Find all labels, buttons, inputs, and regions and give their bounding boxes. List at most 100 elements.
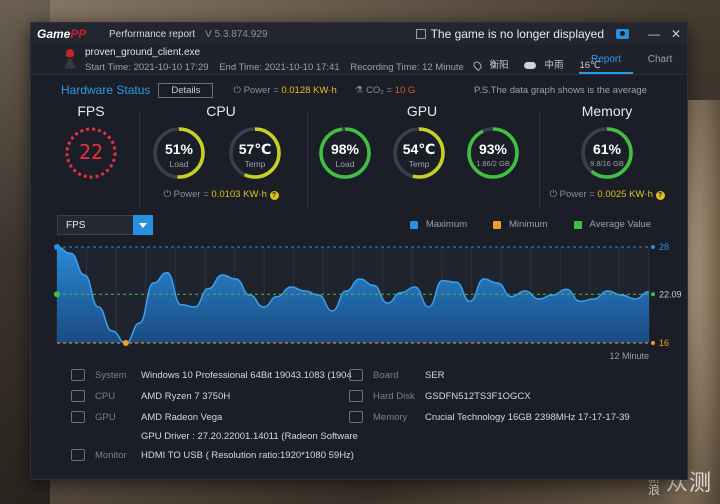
cpu-panel: CPU 51% Load 57℃ Temp ⏻ Power = 0.0103 K…	[141, 101, 301, 207]
chart-legend: Maximum Minimum Average Value	[384, 219, 651, 230]
window-title: Performance report	[109, 28, 196, 40]
location-icon	[472, 59, 484, 71]
gpu-driver-row: GPU Driver : 27.20.22001.14011 (Radeon S…	[141, 431, 358, 442]
close-button[interactable]: ✕	[665, 27, 687, 41]
end-time: End Time: 2021-10-10 17:41	[219, 61, 340, 73]
board-icon	[349, 369, 363, 381]
tab-report[interactable]: Report	[579, 54, 633, 74]
avg-point	[54, 291, 60, 298]
disk-row: Hard Disk GSDFN512TS3F1OGCX	[349, 390, 531, 402]
legend-swatch-average	[573, 220, 582, 229]
memory-power: ⏻ Power = 0.0025 KW·h ?	[541, 189, 673, 200]
gpu-load-label: Load	[335, 159, 355, 169]
monitor-row: Monitor HDMI TO USB ( Resolution ratio:19…	[71, 449, 354, 461]
cpu-row: CPU AMD Ryzen 7 3750H	[71, 390, 230, 402]
chevron-down-icon[interactable]	[133, 215, 153, 235]
ref-marker-min	[651, 341, 655, 345]
min-point	[122, 340, 129, 346]
co2-emission: ⚗ CO₂ = 10 G	[354, 84, 416, 96]
legend-minimum: Minimum	[493, 219, 548, 230]
hardware-status-title: Hardware Status	[61, 83, 151, 97]
metric-select-value: FPS	[66, 220, 86, 231]
stats-panels: FPS 22 CPU 51% Load 57℃ Temp ⏻ Power = 0…	[31, 101, 687, 211]
memory-title: Memory	[581, 103, 633, 119]
board-row: Board SER	[349, 369, 445, 381]
cpu-icon	[71, 390, 85, 402]
cpu-power: ⏻ Power = 0.0103 KW·h ?	[141, 189, 301, 200]
legend-swatch-maximum	[409, 220, 418, 229]
fps-panel: FPS 22	[45, 101, 137, 207]
fps-value: 22	[78, 140, 104, 164]
memory-row: Memory Crucial Technology 16GB 2398MHz 17…	[349, 411, 630, 423]
gpu-panel: GPU 98% Load 54℃ Temp 93% 1.86/2 GB	[309, 101, 535, 207]
cpu-load-label: Load	[169, 159, 189, 169]
camera-icon[interactable]	[616, 29, 629, 39]
gpu-memory-label: 1.86/2 GB	[476, 159, 510, 168]
hard-disk-icon	[349, 390, 363, 402]
gamepp-report-window: GamePP Performance report V 5.3.874.929 …	[30, 22, 688, 480]
total-power: ⏻ Power = 0.0128 KW·h	[233, 84, 337, 96]
fps-title: FPS	[77, 103, 105, 119]
gpu-icon	[71, 411, 85, 423]
monitor-icon	[71, 449, 85, 461]
display-toggle-checkbox[interactable]	[415, 29, 426, 39]
max-point	[54, 244, 60, 250]
system-row: System Windows 10 Professional 64Bit 1904…	[71, 369, 352, 381]
gpu-load-value: 98%	[330, 141, 360, 157]
display-toggle-label[interactable]: The game is no longer displayed	[431, 27, 604, 41]
cpu-load-gauge: 51% Load	[151, 125, 207, 181]
chart-header: FPS Maximum Minimum Average Value	[31, 213, 687, 237]
game-exe-name: proven_ground_client.exe	[85, 46, 201, 58]
gpu-title: GPU	[406, 103, 438, 119]
memory-label: 9.8/16 GB	[590, 159, 624, 168]
ref-label-max: 28	[659, 242, 669, 252]
app-version: V 5.3.874.929	[205, 28, 268, 40]
app-logo: GamePP	[37, 27, 87, 41]
ps-note: P.S.The data graph shows is the average	[473, 84, 647, 96]
ref-label-min: 16	[659, 338, 669, 348]
cpu-temp-value: 57℃	[238, 141, 272, 157]
session-info-bar: proven_ground_client.exe Start Time: 202…	[31, 45, 687, 75]
gpu-memory-value: 93%	[478, 141, 508, 157]
details-button[interactable]: Details	[158, 82, 214, 98]
weather-text: 中雨	[544, 59, 564, 71]
power-icon: ⏻	[549, 189, 560, 200]
location-name: 衡阳	[489, 59, 509, 71]
cpu-temp-label: Temp	[244, 159, 266, 169]
tab-chart[interactable]: Chart	[633, 54, 687, 74]
power-icon: ⏻	[233, 84, 244, 96]
chart-x-end-label: 12 Minute	[609, 351, 649, 361]
fps-gauge: 22	[63, 125, 119, 181]
memory-panel: Memory 61% 9.8/16 GB ⏻ Power = 0.0025 KW…	[541, 101, 673, 207]
legend-maximum: Maximum	[409, 219, 467, 230]
ref-marker-average	[651, 292, 655, 297]
ref-marker-max	[651, 245, 655, 249]
power-icon: ⏻	[163, 189, 174, 200]
minimize-button[interactable]: —	[643, 27, 665, 41]
help-icon[interactable]: ?	[655, 191, 665, 200]
fps-chart-svg: 28 22.09 16	[54, 242, 682, 348]
legend-average: Average Value	[573, 219, 651, 230]
cpu-load-value: 51%	[164, 141, 194, 157]
ref-label-average: 22.09	[659, 289, 682, 299]
co2-icon: ⚗	[354, 84, 366, 96]
memory-gauge: 61% 9.8/16 GB	[579, 125, 635, 181]
gpu-row: GPU AMD Radeon Vega	[71, 411, 222, 423]
start-time: Start Time: 2021-10-10 17:29	[85, 61, 209, 73]
gpu-temp-gauge: 54℃ Temp	[391, 125, 447, 181]
fps-chart: 28 22.09 16 12 Minute	[31, 239, 687, 361]
memory-value: 61%	[592, 141, 622, 157]
system-info: System Windows 10 Professional 64Bit 1904…	[71, 363, 671, 473]
windows-icon	[71, 369, 85, 381]
hardware-status-row: Hardware Status Details ⏻ Power = 0.0128…	[31, 79, 687, 101]
recording-time: Recording Time: 12 Minute	[350, 61, 464, 73]
legend-swatch-minimum	[493, 220, 502, 229]
gpu-temp-value: 54℃	[402, 141, 436, 157]
gpu-temp-label: Temp	[408, 159, 430, 169]
help-icon[interactable]: ?	[269, 191, 279, 200]
memory-icon	[349, 411, 363, 423]
cpu-temp-gauge: 57℃ Temp	[227, 125, 283, 181]
metric-select[interactable]: FPS	[57, 215, 153, 235]
gpu-memory-gauge: 93% 1.86/2 GB	[465, 125, 521, 181]
title-bar: GamePP Performance report V 5.3.874.929 …	[31, 23, 687, 45]
